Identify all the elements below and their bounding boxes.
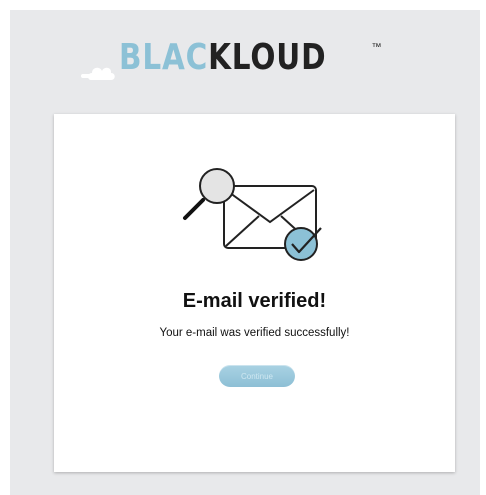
verification-card: E-mail verified! Your e-mail was verifie…	[54, 114, 455, 472]
trademark-symbol: ™	[371, 42, 382, 53]
verification-message: Your e-mail was verified successfully!	[159, 327, 350, 339]
email-verified-icon	[183, 168, 322, 261]
page-background: BLACKLOUD ™ E-mail verified! Your e-mail…	[10, 10, 480, 495]
blackloud-logo: BLACKLOUD ™	[10, 32, 480, 84]
logo-text-light: BLAC	[118, 37, 208, 78]
continue-button[interactable]: Continue	[219, 365, 295, 387]
logo-text-dark: KLOUD	[207, 37, 326, 78]
logo-wordmark: BLACKLOUD	[119, 38, 326, 78]
page-title: E-mail verified!	[182, 290, 327, 312]
